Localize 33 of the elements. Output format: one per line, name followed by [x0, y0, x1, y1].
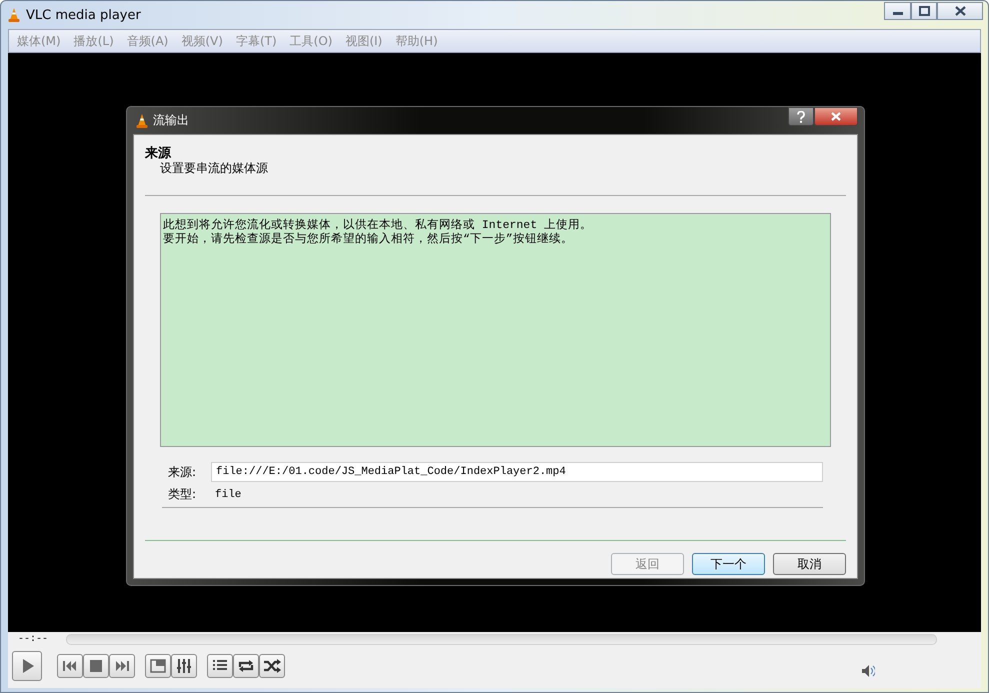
control-button[interactable]: [109, 654, 135, 678]
cancel-button[interactable]: 取消: [773, 553, 846, 575]
close-button[interactable]: [937, 2, 983, 20]
maximize-icon: [918, 6, 930, 16]
control-button[interactable]: [145, 654, 171, 678]
control-button[interactable]: [233, 654, 259, 678]
source-field[interactable]: file:///E:/01.code/JS_MediaPlat_Code/IndexPlayer2.mp4: [211, 462, 823, 482]
vlc-cone-icon: [8, 7, 20, 23]
window-title: VLC media player: [26, 8, 141, 22]
type-label: 类型:: [168, 486, 198, 503]
control-button[interactable]: [207, 654, 233, 678]
elapsed-time: --:--: [18, 634, 50, 644]
info-text: 此想到将允许您流化或转换媒体，以供在本地、私有网络或 Internet 上使用。 要开始，请先检查源是否与您所希望的输入相符，然后按“下一步”按钮继续。: [160, 213, 831, 447]
volume-icon[interactable]: [861, 664, 875, 678]
close-icon: [831, 112, 841, 121]
help-icon: [797, 110, 805, 122]
maximize-button[interactable]: [911, 2, 937, 20]
dialog-title: 流输出: [153, 112, 189, 129]
vlc-cone-icon: [136, 112, 148, 128]
section-heading: 来源: [145, 147, 172, 161]
close-icon: [954, 6, 966, 16]
source-label: 来源:: [168, 464, 198, 480]
section-subheading: 设置要串流的媒体源: [159, 161, 269, 175]
close-button[interactable]: [814, 107, 858, 126]
control-button[interactable]: [83, 654, 109, 678]
type-value: file: [214, 488, 242, 500]
minimize-button[interactable]: [884, 2, 911, 20]
control-button[interactable]: [171, 654, 197, 678]
help-button[interactable]: [788, 107, 814, 126]
play-button[interactable]: [12, 651, 42, 681]
next-button[interactable]: 下一个: [692, 553, 765, 575]
control-button[interactable]: [57, 654, 83, 678]
control-button[interactable]: [259, 654, 285, 678]
